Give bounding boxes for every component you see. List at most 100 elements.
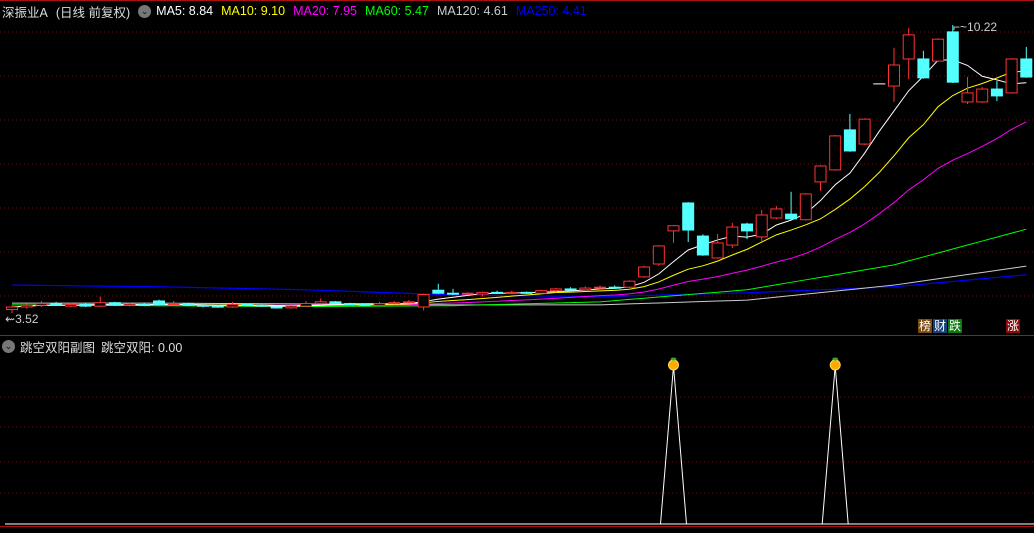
candle-up bbox=[123, 303, 136, 306]
sub-header: ⌄ 跳空双阳副图 跳空双阳: 0.00 bbox=[2, 337, 188, 356]
signal-spike bbox=[660, 365, 687, 525]
candle-up bbox=[226, 303, 239, 308]
ma5-label: MA5: 8.84 bbox=[156, 4, 214, 18]
candle-up bbox=[35, 303, 48, 306]
signal-dot-icon bbox=[668, 359, 679, 371]
candle-up bbox=[417, 294, 430, 308]
candle-up bbox=[755, 214, 768, 238]
candle-up bbox=[638, 266, 651, 278]
max-price-label: 10.22 bbox=[967, 20, 998, 34]
candle-up bbox=[476, 291, 489, 295]
candle-up bbox=[711, 242, 724, 259]
candle-up bbox=[300, 303, 312, 307]
candle-up bbox=[579, 287, 592, 291]
candle-up bbox=[888, 64, 900, 87]
candle-down bbox=[50, 303, 63, 306]
candle-down bbox=[1020, 58, 1033, 78]
candle-up bbox=[799, 193, 812, 221]
leaf-icon bbox=[832, 357, 839, 361]
ma10-line bbox=[11, 70, 1027, 308]
min-price-label: 3.52 bbox=[15, 312, 39, 326]
badge-finance[interactable]: 财 bbox=[933, 319, 947, 333]
indicator-value: 跳空双阳: 0.00 bbox=[101, 341, 183, 355]
candle-up bbox=[770, 208, 783, 219]
candle-up bbox=[932, 38, 945, 62]
ma120-line bbox=[12, 265, 1027, 306]
chevron-down-icon[interactable]: ⌄ bbox=[2, 340, 15, 353]
candle-down bbox=[138, 303, 151, 306]
candle-down bbox=[608, 286, 621, 289]
candle-down bbox=[153, 300, 165, 305]
chevron-down-icon[interactable]: ⌄ bbox=[138, 4, 152, 18]
candle-up bbox=[64, 303, 77, 307]
ma60-line bbox=[11, 228, 1027, 308]
candle-up bbox=[461, 292, 474, 295]
candle-down bbox=[564, 288, 577, 291]
candle-down bbox=[270, 306, 283, 309]
leaf-icon bbox=[670, 357, 677, 361]
candle-down bbox=[741, 223, 753, 232]
stock-name: 深振业A bbox=[2, 5, 48, 20]
candle-down bbox=[682, 202, 695, 231]
candle-down bbox=[696, 235, 709, 256]
candle-down bbox=[520, 291, 533, 294]
candle-up bbox=[505, 291, 518, 294]
candle-up bbox=[726, 226, 739, 246]
candle-down bbox=[182, 303, 195, 306]
candle-down bbox=[843, 129, 856, 152]
candle-up bbox=[976, 88, 989, 103]
candle-down bbox=[785, 213, 798, 220]
ma20-label: MA20: 7.95 bbox=[293, 4, 358, 18]
candle-down bbox=[491, 291, 504, 294]
candle-up bbox=[373, 303, 386, 306]
candle-up bbox=[902, 34, 915, 60]
candle-up bbox=[1005, 58, 1018, 94]
candle-up bbox=[402, 301, 415, 304]
candle-up bbox=[652, 245, 665, 265]
candle-up bbox=[94, 302, 107, 307]
candle-down bbox=[241, 303, 254, 306]
candle-up bbox=[858, 118, 871, 145]
ma120-label: MA120: 4.61 bbox=[436, 4, 508, 18]
ma20-line bbox=[11, 121, 1027, 308]
candle-down bbox=[108, 302, 121, 306]
candle-down bbox=[211, 305, 224, 308]
candle-up bbox=[314, 301, 327, 305]
candle-up bbox=[667, 225, 680, 232]
min-price-marker: ⇜3.52 bbox=[5, 312, 39, 326]
candle-up bbox=[829, 135, 842, 171]
candle-down bbox=[447, 292, 459, 295]
candle-down bbox=[358, 303, 371, 306]
candle-down bbox=[344, 303, 357, 306]
candle-down bbox=[946, 31, 959, 83]
signal-spike bbox=[821, 365, 849, 525]
ma250-label: MA250: 4.41 bbox=[515, 4, 587, 18]
badge-rank[interactable]: 榜 bbox=[918, 319, 932, 333]
period-label: (日线 前复权) bbox=[55, 5, 131, 20]
candle-up bbox=[594, 286, 606, 289]
candle-down bbox=[79, 303, 92, 307]
kline-chart[interactable] bbox=[0, 0, 1034, 533]
candle-up bbox=[6, 306, 18, 311]
max-price-marker: ⌐~10.22 bbox=[953, 20, 998, 34]
badge-rise[interactable]: 涨 bbox=[1006, 319, 1020, 333]
signal-dot-icon bbox=[829, 359, 841, 371]
ma10-label: MA10: 9.10 bbox=[221, 4, 286, 18]
candle-down bbox=[329, 301, 342, 305]
candle-up bbox=[535, 290, 548, 294]
candle-down bbox=[197, 304, 210, 307]
candle-up bbox=[20, 304, 33, 308]
ma5-line bbox=[11, 59, 1027, 308]
candle-down bbox=[432, 289, 445, 294]
candle-up bbox=[549, 288, 562, 292]
candle-up bbox=[167, 303, 180, 306]
candle-down bbox=[255, 304, 268, 307]
indicator-title: 跳空双阳副图 bbox=[20, 341, 96, 355]
candle-up bbox=[623, 280, 636, 288]
badge-fall[interactable]: 跌 bbox=[948, 319, 962, 333]
candle-down bbox=[990, 88, 1003, 97]
candle-up bbox=[388, 302, 401, 305]
candle-down bbox=[917, 58, 930, 79]
candle-up bbox=[285, 305, 298, 309]
ma60-label: MA60: 5.47 bbox=[365, 4, 429, 18]
